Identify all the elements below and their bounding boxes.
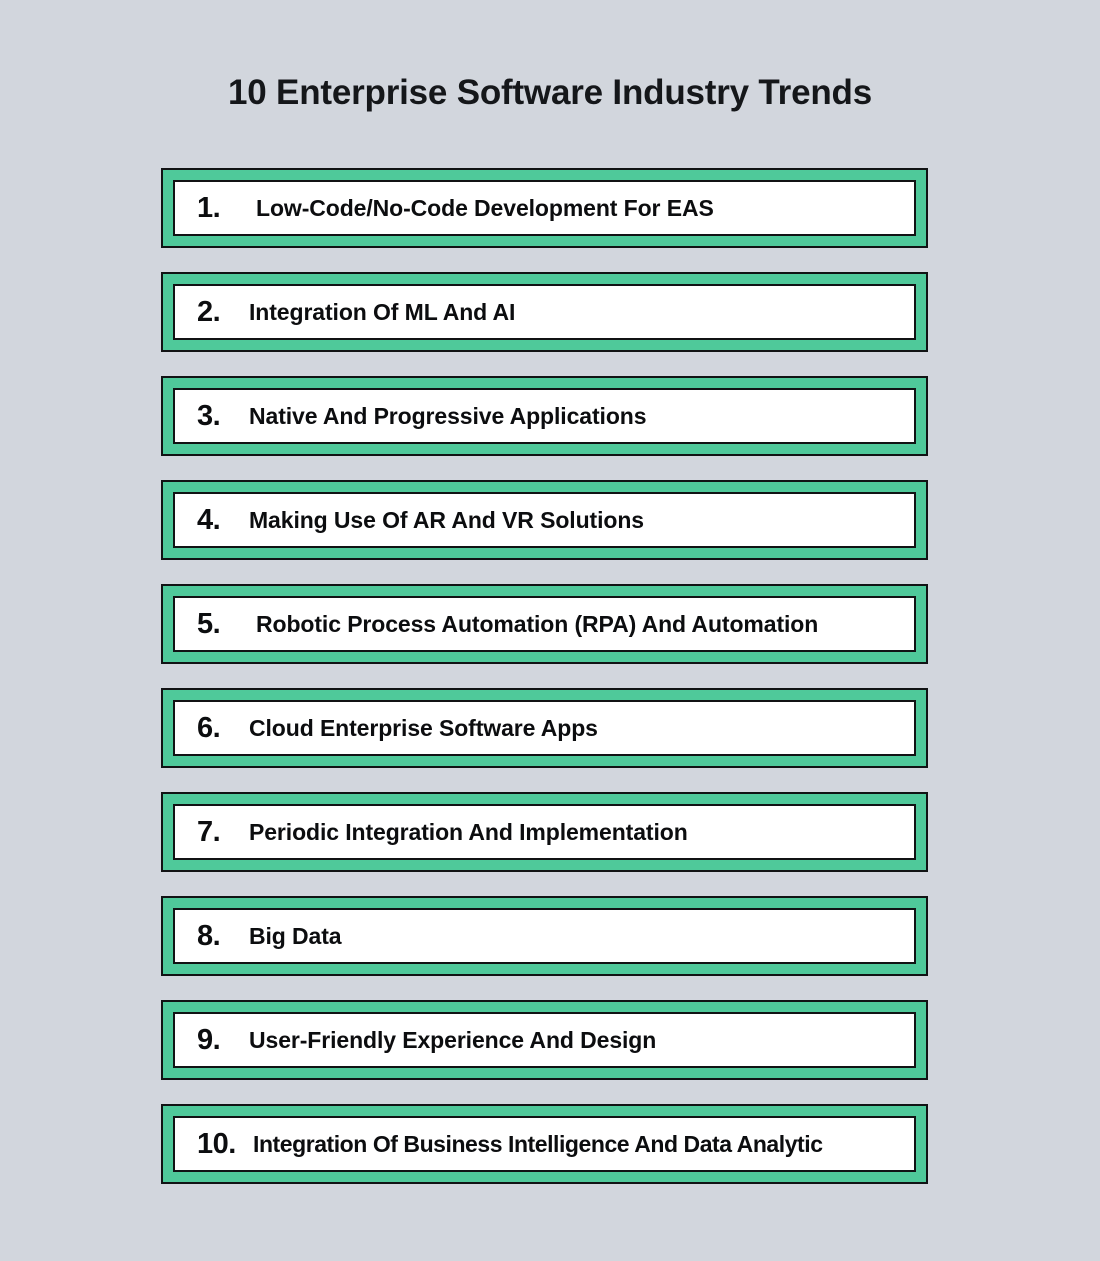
trend-item-10-number: 10. xyxy=(197,1127,236,1160)
trend-item-6: 6. Cloud Enterprise Software Apps xyxy=(161,688,928,768)
trend-item-4-inner: 4. Making Use Of AR And VR Solutions xyxy=(173,492,916,548)
trend-item-10-inner: 10. Integration Of Business Intelligence… xyxy=(173,1116,916,1172)
trend-item-9-number: 9. xyxy=(197,1023,221,1056)
trend-item-5-label: Robotic Process Automation (RPA) And Aut… xyxy=(256,610,819,637)
trend-item-1: 1. Low-Code/No-Code Development For EAS xyxy=(161,168,928,248)
trend-item-8-number: 8. xyxy=(197,919,221,952)
trend-item-1-label: Low-Code/No-Code Development For EAS xyxy=(256,194,714,221)
trend-item-4: 4. Making Use Of AR And VR Solutions xyxy=(161,480,928,560)
trend-item-3-number: 3. xyxy=(197,399,221,432)
trend-item-5-inner: 5. Robotic Process Automation (RPA) And … xyxy=(173,596,916,652)
trend-list: 1. Low-Code/No-Code Development For EAS … xyxy=(161,168,928,1184)
trend-item-5: 5. Robotic Process Automation (RPA) And … xyxy=(161,584,928,664)
trend-item-4-number: 4. xyxy=(197,503,221,536)
trend-item-7-number: 7. xyxy=(197,815,221,848)
trend-item-2-inner: 2. Integration Of ML And AI xyxy=(173,284,916,340)
trend-item-7: 7. Periodic Integration And Implementati… xyxy=(161,792,928,872)
trend-item-6-label: Cloud Enterprise Software Apps xyxy=(249,714,598,741)
trend-item-7-label: Periodic Integration And Implementation xyxy=(249,818,688,845)
trend-item-9-inner: 9. User-Friendly Experience And Design xyxy=(173,1012,916,1068)
trend-item-10: 10. Integration Of Business Intelligence… xyxy=(161,1104,928,1184)
trend-item-8-inner: 8. Big Data xyxy=(173,908,916,964)
infographic-page: 10 Enterprise Software Industry Trends 1… xyxy=(0,0,1100,1261)
trend-item-3-inner: 3. Native And Progressive Applications xyxy=(173,388,916,444)
trend-item-2: 2. Integration Of ML And AI xyxy=(161,272,928,352)
trend-item-3: 3. Native And Progressive Applications xyxy=(161,376,928,456)
trend-item-2-label: Integration Of ML And AI xyxy=(249,298,516,325)
trend-item-10-label: Integration Of Business Intelligence And… xyxy=(253,1130,823,1157)
trend-item-1-number: 1. xyxy=(197,191,221,224)
trend-item-7-inner: 7. Periodic Integration And Implementati… xyxy=(173,804,916,860)
trend-item-5-number: 5. xyxy=(197,607,221,640)
trend-item-6-number: 6. xyxy=(197,711,221,744)
trend-item-1-inner: 1. Low-Code/No-Code Development For EAS xyxy=(173,180,916,236)
trend-item-9: 9. User-Friendly Experience And Design xyxy=(161,1000,928,1080)
trend-item-8: 8. Big Data xyxy=(161,896,928,976)
trend-item-4-label: Making Use Of AR And VR Solutions xyxy=(249,506,644,533)
trend-item-6-inner: 6. Cloud Enterprise Software Apps xyxy=(173,700,916,756)
trend-item-9-label: User-Friendly Experience And Design xyxy=(249,1026,657,1053)
page-title: 10 Enterprise Software Industry Trends xyxy=(228,73,872,112)
trend-item-2-number: 2. xyxy=(197,295,221,328)
trend-item-8-label: Big Data xyxy=(249,922,342,949)
trend-item-3-label: Native And Progressive Applications xyxy=(249,402,647,429)
